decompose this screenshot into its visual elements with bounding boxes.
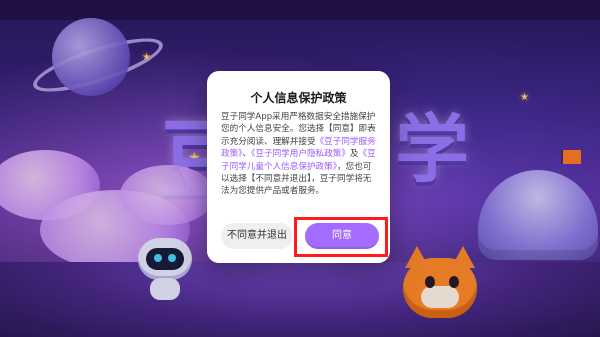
decline-and-exit-button[interactable]: 不同意并退出 [221, 223, 293, 249]
dialog-title: 个人信息保护政策 [250, 91, 347, 105]
dialog-body: 豆子同学App采用严格数据安全措施保护您的个人信息安全。您选择【同意】即表示充分… [221, 111, 379, 198]
privacy-policy-link[interactable]: 《豆子同学用户隐私政策》 [251, 149, 350, 159]
agree-button-highlight [294, 217, 388, 257]
dialog-text-separator: 、 [242, 149, 252, 160]
dialog-text-separator: 及 [349, 149, 359, 160]
